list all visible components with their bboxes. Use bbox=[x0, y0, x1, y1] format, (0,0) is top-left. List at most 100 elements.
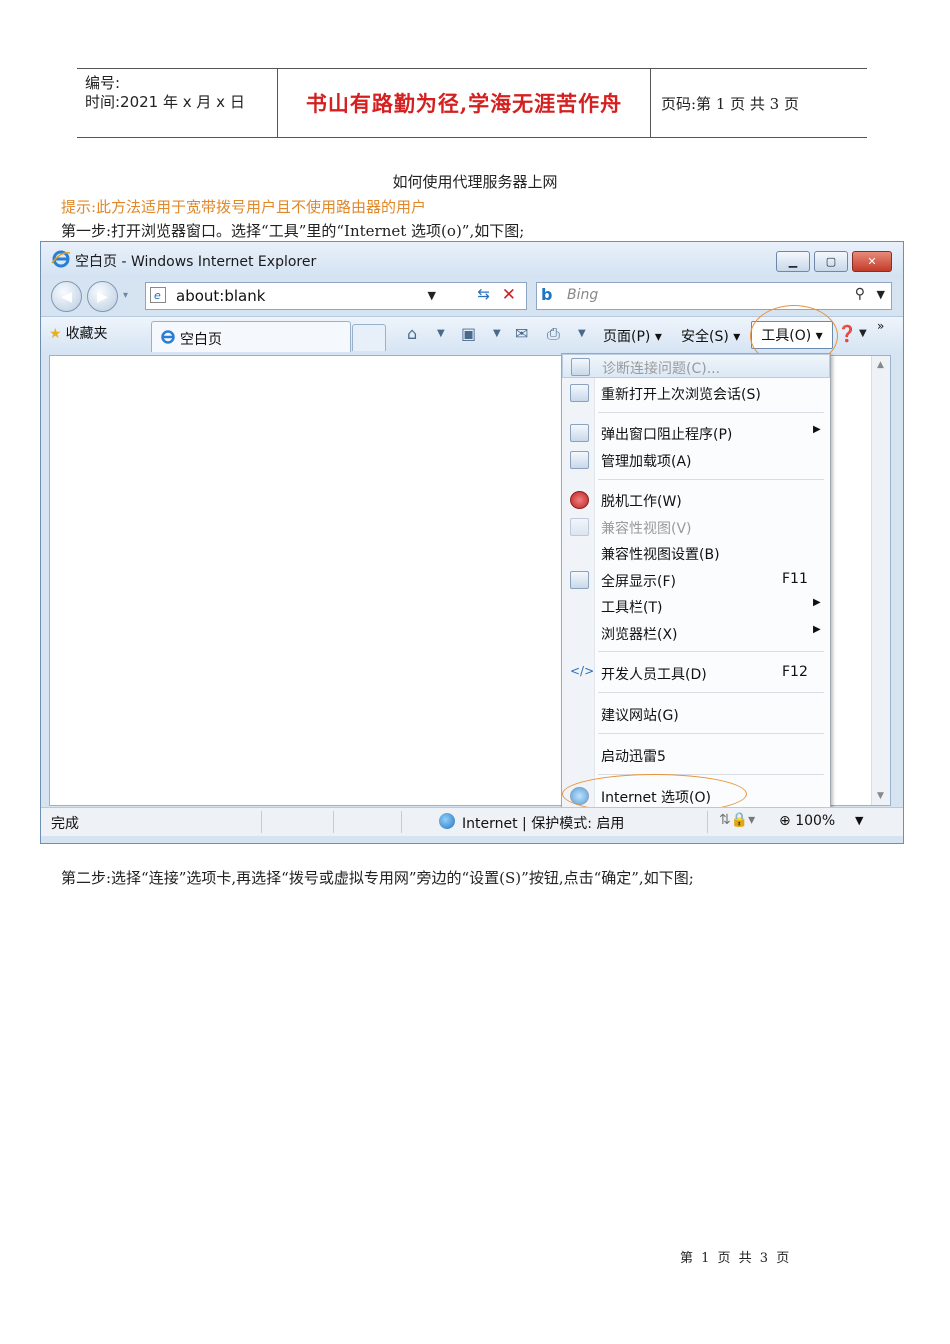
help-icon[interactable]: ❓ bbox=[837, 324, 857, 343]
help-dropdown-icon[interactable]: ▼ bbox=[859, 328, 867, 339]
tools-dropdown-menu: 诊断连接问题(C)... 重新打开上次浏览会话(S) 弹出窗口阻止程序(P) ▶… bbox=[561, 353, 831, 813]
mail-icon[interactable]: ✉ bbox=[515, 324, 528, 343]
page-e-icon: e bbox=[150, 287, 166, 303]
addons-icon bbox=[570, 451, 589, 469]
menu-item-work-offline[interactable]: 脱机工作(W) bbox=[562, 488, 830, 512]
zoom-magnifier-icon: ⊕ bbox=[779, 813, 796, 829]
header-meta-cell: 编号: 时间:2021 年 x 月 x 日 bbox=[77, 69, 278, 137]
menu-separator bbox=[598, 692, 824, 693]
tab-blank-page[interactable]: 空白页 bbox=[151, 321, 351, 352]
stop-icon[interactable]: ✕ bbox=[502, 285, 516, 305]
menu-item-toolbars[interactable]: 工具栏(T) ▶ bbox=[562, 594, 830, 618]
menu-item-compat-settings[interactable]: 兼容性视图设置(B) bbox=[562, 541, 830, 565]
tab-label: 空白页 bbox=[180, 332, 222, 348]
window-title: 空白页 - Windows Internet Explorer bbox=[75, 254, 317, 270]
menu-item-manage-addons[interactable]: 管理加载项(A) bbox=[562, 448, 830, 472]
svg-text:e: e bbox=[154, 289, 161, 302]
status-divider bbox=[401, 811, 402, 833]
search-placeholder[interactable]: Bing bbox=[567, 287, 598, 303]
search-options-dropdown-icon[interactable]: ▼ bbox=[877, 288, 885, 301]
security-zone[interactable]: Internet | 保护模式: 启用 bbox=[462, 813, 624, 833]
popup-blocker-icon bbox=[570, 424, 589, 442]
rss-feed-icon[interactable]: ▣ bbox=[461, 324, 476, 343]
vertical-scrollbar[interactable]: ▲ ▼ bbox=[871, 356, 890, 805]
menu-separator bbox=[598, 412, 824, 413]
protected-mode-lock-icon[interactable]: ⇅🔒▾ bbox=[719, 812, 755, 828]
menu-item-suggested-sites[interactable]: 建议网站(G) bbox=[562, 702, 830, 726]
menu-item-label: 弹出窗口阻止程序(P) bbox=[601, 427, 733, 443]
step-2-text: 第二步:选择“连接”选项卡,再选择“拨号或虚拟专用网”旁边的“设置(S)”按钮,… bbox=[61, 869, 694, 887]
ie-titlebar: 空白页 - Windows Internet Explorer ▁ ▢ ✕ bbox=[41, 242, 903, 278]
status-divider bbox=[333, 811, 334, 833]
menu-item-developer-tools[interactable]: </> 开发人员工具(D) F12 bbox=[562, 661, 830, 685]
close-button[interactable]: ✕ bbox=[852, 251, 892, 272]
status-divider bbox=[707, 811, 708, 833]
more-commands-icon[interactable]: » bbox=[877, 319, 884, 333]
menu-shortcut: F11 bbox=[782, 571, 808, 587]
menu-item-label: 启动迅雷5 bbox=[601, 749, 666, 765]
menu-item-reopen-session[interactable]: 重新打开上次浏览会话(S) bbox=[562, 381, 830, 405]
search-box[interactable]: b Bing ⚲ ▼ bbox=[536, 282, 892, 310]
search-icon[interactable]: ⚲ bbox=[855, 286, 865, 302]
new-tab-button[interactable] bbox=[352, 324, 386, 351]
address-bar[interactable]: e about:blank ▼ ⇆ ✕ bbox=[145, 282, 527, 310]
minimize-button[interactable]: ▁ bbox=[776, 251, 810, 272]
favorites-button[interactable]: ★ 收藏夹 bbox=[49, 323, 108, 343]
zoom-level[interactable]: ⊕ 100% bbox=[779, 813, 835, 829]
menu-item-explorer-bars[interactable]: 浏览器栏(X) ▶ bbox=[562, 621, 830, 645]
menu-item-compat-view[interactable]: 兼容性视图(V) bbox=[562, 515, 830, 539]
safety-menu-button[interactable]: 安全(S) ▾ bbox=[681, 326, 740, 346]
menu-item-diagnose[interactable]: 诊断连接问题(C)... bbox=[562, 354, 830, 378]
zoom-dropdown-icon[interactable]: ▼ bbox=[855, 814, 863, 827]
reopen-icon bbox=[570, 384, 589, 402]
scroll-up-icon[interactable]: ▲ bbox=[877, 360, 884, 370]
number-label: 编号: bbox=[85, 74, 121, 92]
feed-dropdown-icon[interactable]: ▼ bbox=[493, 328, 501, 339]
developer-tools-icon: </> bbox=[570, 664, 595, 678]
zoom-value: 100% bbox=[795, 813, 836, 829]
print-icon[interactable]: ⎙ bbox=[547, 324, 560, 344]
favorites-label: 收藏夹 bbox=[65, 326, 108, 342]
fullscreen-icon bbox=[570, 571, 589, 589]
bing-logo-icon: b bbox=[541, 285, 553, 304]
page-footer: 第 1 页 共 3 页 bbox=[680, 1251, 792, 1266]
menu-item-popup-blocker[interactable]: 弹出窗口阻止程序(P) ▶ bbox=[562, 421, 830, 445]
menu-separator bbox=[598, 651, 824, 652]
ie-window: 空白页 - Windows Internet Explorer ▁ ▢ ✕ ◀ … bbox=[40, 241, 904, 844]
forward-button[interactable]: ▶ bbox=[87, 281, 118, 312]
time-label: 时间:2021 年 x 月 x 日 bbox=[85, 93, 245, 111]
favorites-star-icon: ★ bbox=[49, 326, 62, 342]
address-dropdown-icon[interactable]: ▼ bbox=[428, 289, 436, 302]
status-divider bbox=[261, 811, 262, 833]
maximize-icon: ▢ bbox=[825, 255, 837, 268]
menu-item-label: 管理加载项(A) bbox=[601, 454, 692, 470]
motto: 书山有路勤为径,学海无涯苦作舟 bbox=[278, 69, 651, 137]
home-icon[interactable]: ⌂ bbox=[407, 324, 417, 343]
doc-title: 如何使用代理服务器上网 bbox=[392, 173, 558, 191]
ie-logo-icon bbox=[51, 250, 71, 268]
diagnose-icon bbox=[571, 358, 590, 376]
internet-zone-globe-icon bbox=[439, 813, 455, 829]
menu-item-label: 兼容性视图设置(B) bbox=[601, 547, 720, 563]
menu-item-label: 脱机工作(W) bbox=[601, 494, 682, 510]
menu-item-fullscreen[interactable]: 全屏显示(F) F11 bbox=[562, 568, 830, 592]
menu-shortcut: F12 bbox=[782, 664, 808, 680]
step-1-text: 第一步:打开浏览器窗口。选择“工具”里的“Internet 选项(o)”,如下图… bbox=[61, 222, 525, 240]
refresh-icon[interactable]: ⇆ bbox=[477, 285, 490, 303]
minimize-icon: ▁ bbox=[788, 255, 798, 268]
home-dropdown-icon[interactable]: ▼ bbox=[437, 328, 445, 339]
address-value[interactable]: about:blank bbox=[176, 287, 265, 305]
back-button[interactable]: ◀ bbox=[51, 281, 82, 312]
submenu-arrow-icon: ▶ bbox=[813, 597, 821, 608]
page-menu-button[interactable]: 页面(P) ▾ bbox=[603, 326, 662, 346]
menu-item-label: 重新打开上次浏览会话(S) bbox=[601, 387, 761, 403]
menu-item-label: 工具栏(T) bbox=[601, 600, 663, 616]
scroll-down-icon[interactable]: ▼ bbox=[877, 791, 884, 801]
maximize-button[interactable]: ▢ bbox=[814, 251, 848, 272]
recent-pages-dropdown-icon[interactable]: ▾ bbox=[123, 290, 128, 301]
menu-item-launch-xunlei[interactable]: 启动迅雷5 bbox=[562, 743, 830, 767]
forward-arrow-icon: ▶ bbox=[97, 288, 108, 305]
menu-item-label: 全屏显示(F) bbox=[601, 574, 676, 590]
menu-item-label: 诊断连接问题(C)... bbox=[602, 361, 721, 377]
print-dropdown-icon[interactable]: ▼ bbox=[578, 328, 586, 339]
